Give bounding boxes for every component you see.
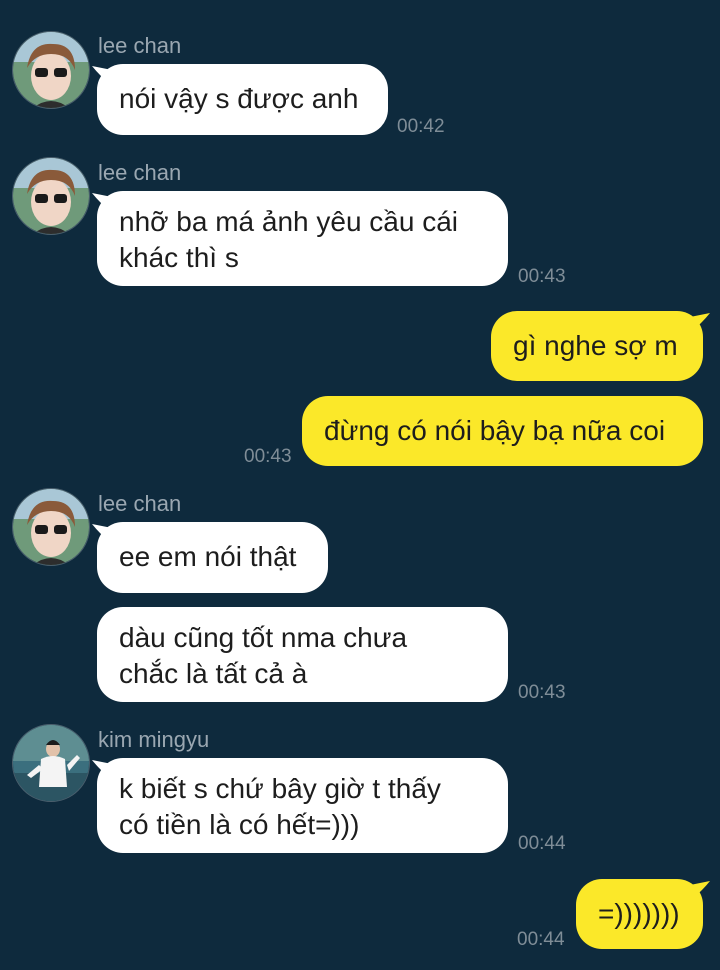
message-bubble[interactable]: gì nghe sợ m [491, 311, 703, 381]
avatar-kim-mingyu[interactable] [12, 724, 90, 802]
message-bubble[interactable]: =))))))) [576, 879, 703, 949]
message-text-line: khác thì s [119, 242, 239, 273]
message-text: đừng có nói bậy bạ nữa coi [324, 415, 666, 446]
message-text-line: dàu cũng tốt nma chưa [119, 622, 408, 653]
avatar-lee-chan[interactable] [12, 157, 90, 235]
message-time: 00:42 [397, 116, 445, 137]
message-time: 00:43 [244, 446, 292, 467]
message-text: =))))))) [598, 898, 680, 929]
message-bubble[interactable]: nói vậy s được anh [97, 64, 388, 135]
message-bubble[interactable]: ee em nói thật [97, 522, 328, 593]
message-time: 00:44 [517, 929, 565, 950]
message-text-line: có tiền là có hết=))) [119, 809, 360, 840]
sender-name: lee chan [98, 160, 182, 185]
message-text: ee em nói thật [119, 541, 297, 572]
message-text-line: k biết s chứ bây giờ t thấy [119, 773, 441, 804]
message-time: 00:43 [518, 682, 566, 703]
avatar-lee-chan[interactable] [12, 488, 90, 566]
message-bubble[interactable]: k biết s chứ bây giờ t thấy có tiền là c… [97, 758, 508, 853]
message-bubble[interactable]: đừng có nói bậy bạ nữa coi [302, 396, 703, 466]
bubble-tail [690, 881, 710, 901]
bubble-tail [690, 313, 710, 333]
sender-name: lee chan [98, 33, 182, 58]
message-text-line: nhỡ ba má ảnh yêu cầu cái [119, 206, 459, 237]
message-text: gì nghe sợ m [513, 330, 678, 361]
sender-name: lee chan [98, 491, 182, 516]
sender-name: kim mingyu [98, 727, 210, 752]
message-time: 00:44 [518, 833, 566, 854]
avatar-lee-chan[interactable] [12, 31, 90, 109]
message-bubble[interactable]: nhỡ ba má ảnh yêu cầu cái khác thì s [97, 191, 508, 286]
message-text-line: chắc là tất cả à [119, 658, 308, 689]
message-time: 00:43 [518, 266, 566, 287]
message-bubble[interactable]: dàu cũng tốt nma chưa chắc là tất cả à [97, 607, 508, 702]
message-text: nói vậy s được anh [119, 83, 359, 114]
